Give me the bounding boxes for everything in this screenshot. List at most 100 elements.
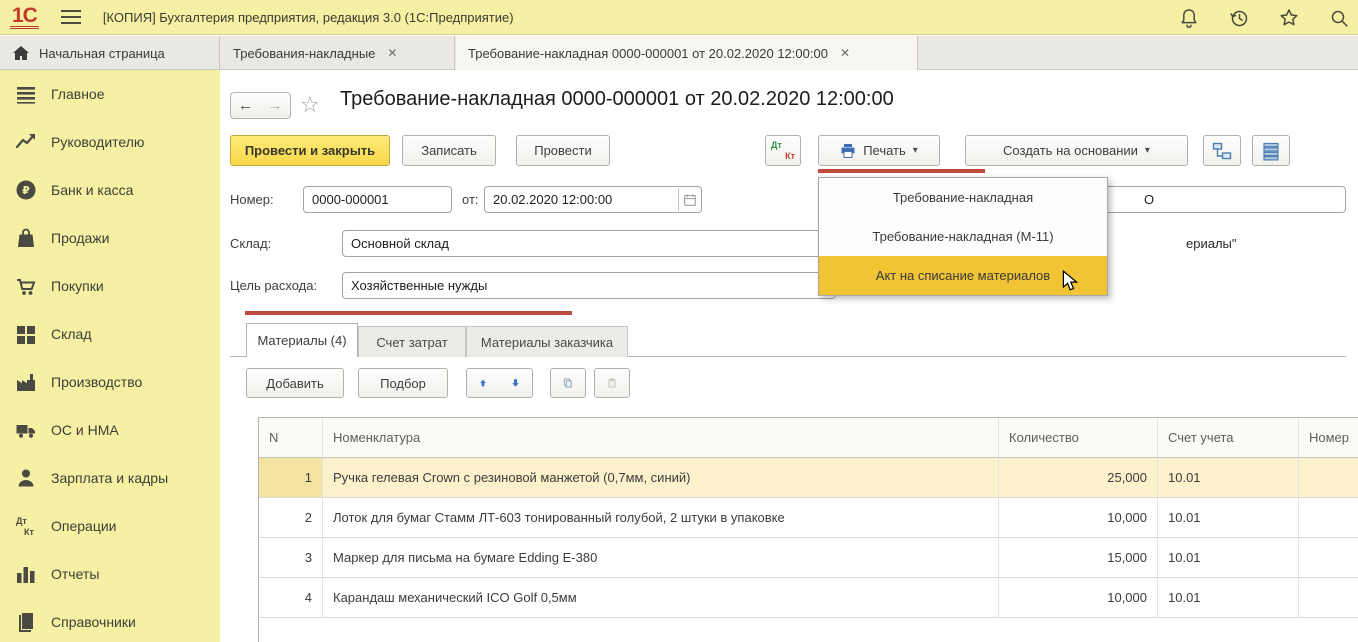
sidebar-item-manager[interactable]: Руководителю [0,118,220,166]
menu-item-requisition-m11[interactable]: Требование-накладная (М-11) [819,217,1107,256]
ruble-circle-icon: ₽ [14,178,38,202]
copy-icon [563,375,573,391]
move-down-button[interactable] [499,368,533,398]
paste-button[interactable] [594,368,630,398]
svg-text:Кт: Кт [24,527,34,537]
factory-icon [14,370,38,394]
related-documents-button[interactable] [1203,135,1241,166]
trend-arrow-icon [14,130,38,154]
col-header-number[interactable]: Номер [1299,418,1358,457]
post-button[interactable]: Провести [516,135,610,166]
dtkt-icon: ДтКт [771,140,795,162]
forward-arrow-icon: → [268,97,283,114]
sidebar-item-directories[interactable]: Справочники [0,598,220,642]
printer-icon [840,143,856,159]
sidebar-item-sales[interactable]: Продажи [0,214,220,262]
col-header-quantity[interactable]: Количество [999,418,1158,457]
paste-icon [607,375,617,391]
purpose-label: Цель расхода: [230,272,317,299]
notifications-bell-icon[interactable] [1178,7,1200,29]
tab-requisition-document[interactable]: Требование-накладная 0000-000001 от 20.0… [456,36,918,70]
register-list-icon [1261,141,1281,161]
search-icon[interactable] [1328,7,1350,29]
dropdown-caret-icon: ▾ [1145,145,1150,156]
tab-requisitions-list[interactable]: Требования-накладные ✕ [221,36,455,70]
print-menu-open-indicator [818,169,985,173]
cost-accounts-label-fragment: ериалы" [1186,236,1237,251]
calendar-icon [683,193,697,207]
tab-customer-materials[interactable]: Материалы заказчика [466,326,628,357]
date-input[interactable] [484,186,702,213]
nav-back-button[interactable]: ← [230,92,261,119]
window-tabbar: Начальная страница Требования-накладные … [0,36,1358,70]
copy-button[interactable] [550,368,586,398]
sidebar-item-operations[interactable]: ДтКт Операции [0,502,220,550]
tab-label: Требования-накладные [233,46,375,61]
svg-text:Дт: Дт [16,516,27,526]
table-row[interactable]: 4 Карандаш механический ICO Golf 0,5мм 1… [259,578,1358,618]
tab-materials[interactable]: Материалы (4) [246,323,358,357]
calendar-button[interactable] [678,188,700,211]
books-icon [14,610,38,634]
sidebar-item-fixed-assets[interactable]: ОС и НМА [0,406,220,454]
table-header-row: N Номенклатура Количество Счет учета Ном… [259,418,1358,458]
dropdown-caret-icon: ▾ [913,145,918,156]
tab-cost-account[interactable]: Счет затрат [358,326,466,357]
date-label: от: [462,186,479,213]
person-icon [14,466,38,490]
purpose-input[interactable] [342,272,836,299]
history-icon[interactable] [1228,7,1250,29]
structure-icon [1212,141,1232,161]
print-button[interactable]: Печать ▾ [818,135,940,166]
1c-enterprise-window: 1С [КОПИЯ] Бухгалтерия предприятия, реда… [0,0,1358,642]
sidebar-item-bank-cash[interactable]: ₽ Банк и касса [0,166,220,214]
tab-close-icon[interactable]: ✕ [387,46,397,60]
topbar: 1С [КОПИЯ] Бухгалтерия предприятия, реда… [0,0,1358,35]
nav-forward-button[interactable]: → [260,92,291,119]
post-and-close-button[interactable]: Провести и закрыть [230,135,390,166]
sidebar-item-reports[interactable]: Отчеты [0,550,220,598]
col-header-n[interactable]: N [259,418,323,457]
section-sidebar: Главное Руководителю ₽ Банк и касса Прод… [0,70,220,642]
number-input[interactable] [303,186,452,213]
col-header-nomenclature[interactable]: Номенклатура [323,418,999,457]
number-label: Номер: [230,186,274,213]
sidebar-item-warehouse[interactable]: Склад [0,310,220,358]
shopping-bag-icon [14,226,38,250]
print-dropdown-menu: Требование-накладная Требование-накладна… [818,177,1108,296]
sidebar-item-production[interactable]: Производство [0,358,220,406]
document-register-button[interactable] [1252,135,1290,166]
app-title: [КОПИЯ] Бухгалтерия предприятия, редакци… [103,10,514,25]
menu-item-writeoff-act[interactable]: Акт на списание материалов [819,256,1107,295]
menu-lines-icon [14,82,38,106]
sidebar-item-salary-hr[interactable]: Зарплата и кадры [0,454,220,502]
purpose-field-underline [245,311,572,315]
show-postings-button[interactable]: ДтКт [765,135,801,166]
warehouse-label: Склад: [230,230,271,257]
create-based-on-button[interactable]: Создать на основании ▾ [965,135,1188,166]
table-row[interactable]: 3 Маркер для письма на бумаге Edding E-3… [259,538,1358,578]
col-header-account[interactable]: Счет учета [1158,418,1299,457]
tab-close-icon[interactable]: ✕ [840,46,850,60]
tab-label: Требование-накладная 0000-000001 от 20.0… [468,46,828,61]
favorite-star-icon[interactable]: ☆ [300,92,320,118]
pick-button[interactable]: Подбор [358,368,448,398]
add-row-button[interactable]: Добавить [246,368,344,398]
main-menu-icon[interactable] [61,10,81,24]
svg-text:₽: ₽ [22,185,30,197]
menu-item-requisition[interactable]: Требование-накладная [819,178,1107,217]
warehouse-input[interactable] [342,230,836,257]
table-row[interactable]: 1 Ручка гелевая Crown с резиновой манжет… [259,458,1358,498]
arrow-up-icon [479,375,487,391]
sidebar-item-purchases[interactable]: Покупки [0,262,220,310]
move-up-button[interactable] [466,368,500,398]
save-button[interactable]: Записать [402,135,496,166]
tab-home-page[interactable]: Начальная страница [0,36,220,70]
shopping-cart-icon [14,274,38,298]
back-arrow-icon: ← [238,97,253,114]
favorites-star-icon[interactable] [1278,7,1300,29]
sidebar-item-main[interactable]: Главное [0,70,220,118]
dtkt-icon: ДтКт [14,514,38,538]
home-icon [12,44,30,62]
table-row[interactable]: 2 Лоток для бумаг Стамм ЛТ-603 тонирован… [259,498,1358,538]
